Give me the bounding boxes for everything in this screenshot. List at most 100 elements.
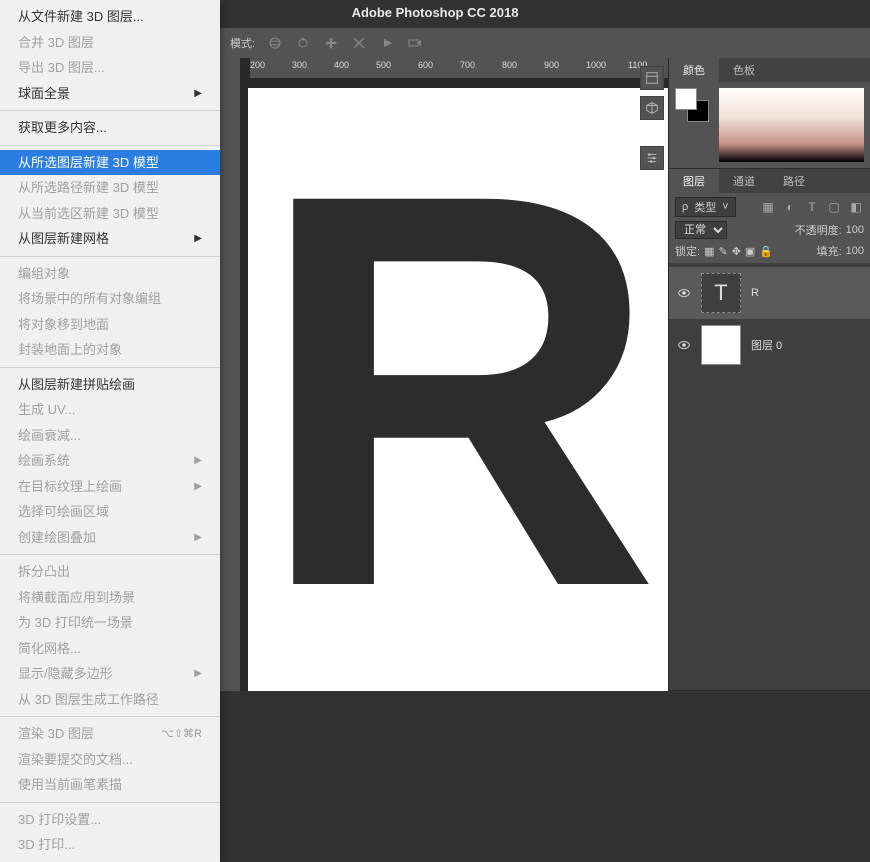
lock-move-icon[interactable]: ✥	[732, 245, 741, 258]
layer-visibility-icon[interactable]	[677, 338, 691, 352]
tab-paths[interactable]: 路径	[769, 169, 819, 193]
3d-icon[interactable]	[640, 96, 664, 120]
menu-item: 从当前选区新建 3D 模型	[0, 201, 220, 227]
scale-3d-icon[interactable]	[379, 35, 395, 51]
filter-adjust-icon[interactable]: ◐	[782, 199, 798, 215]
orbit-3d-icon[interactable]	[267, 35, 283, 51]
rotate-3d-icon[interactable]	[295, 35, 311, 51]
layer-thumbnail[interactable]: T	[701, 273, 741, 313]
history-icon[interactable]	[640, 66, 664, 90]
document-canvas[interactable]: R	[248, 88, 668, 691]
menu-divider	[0, 554, 220, 555]
layer-row[interactable]: 图层 0	[669, 319, 870, 371]
submenu-arrow-icon: ▶	[194, 86, 202, 101]
menu-item-label: 从 3D 图层生成工作路径	[18, 690, 159, 710]
menu-item-label: 编组对象	[18, 264, 70, 284]
menu-item[interactable]: 获取更多内容...	[0, 115, 220, 141]
ruler-tick: 800	[502, 60, 517, 70]
color-swatch[interactable]	[675, 88, 709, 122]
lock-label: 锁定:	[675, 243, 700, 259]
menu-item-label: 拆分凸出	[18, 562, 70, 582]
menu-divider	[0, 256, 220, 257]
menu-item[interactable]: 从图层新建网格 ▶	[0, 226, 220, 252]
layer-name[interactable]: 图层 0	[751, 337, 862, 353]
menu-item[interactable]: 球面全景▶	[0, 81, 220, 107]
menu-shortcut: ⌥⇧⌘R	[161, 726, 202, 743]
tab-swatches[interactable]: 色板	[719, 58, 769, 82]
menu-item: 3D 打印...	[0, 832, 220, 858]
menu-item: 导出 3D 图层...	[0, 55, 220, 81]
menu-item: 合并 3D 图层	[0, 30, 220, 56]
opacity-value[interactable]: 100	[846, 224, 864, 236]
menu-item[interactable]: 从图层新建拼贴绘画	[0, 372, 220, 398]
menu-item-label: 从图层新建网格	[18, 229, 109, 249]
menu-item: 将横截面应用到场景	[0, 585, 220, 611]
lock-all-icon[interactable]: 🔒	[759, 245, 773, 258]
canvas-area: 200300400500600700800900100011001200 R	[220, 58, 668, 691]
ruler-tick: 600	[418, 60, 433, 70]
menu-item: 从 3D 图层生成工作路径	[0, 687, 220, 713]
tab-layers[interactable]: 图层	[669, 169, 719, 193]
lock-brush-icon[interactable]: ✎	[718, 245, 727, 258]
ruler-tick: 400	[334, 60, 349, 70]
color-panel: 颜色 色板	[669, 58, 870, 169]
filter-type-icon[interactable]: T	[804, 199, 820, 215]
menu-item: 封装地面上的对象	[0, 337, 220, 363]
submenu-arrow-icon: ▶	[194, 231, 202, 246]
filter-image-icon[interactable]: ▦	[760, 199, 776, 215]
submenu-arrow-icon: ▶	[194, 479, 202, 494]
tab-channels[interactable]: 通道	[719, 169, 769, 193]
layers-controls: ρ 类型 ˅ ▦ ◐ T ▢ ◧ 正常 不透明度: 100 锁定: ▦ ✎ ✥	[669, 193, 870, 263]
color-spectrum[interactable]	[719, 88, 864, 162]
menu-divider	[0, 716, 220, 717]
opacity-label: 不透明度:	[795, 222, 842, 238]
right-mini-toolbar	[636, 60, 668, 176]
menu-item: 将场景中的所有对象编组	[0, 286, 220, 312]
lock-transparent-icon[interactable]: ▦	[704, 245, 714, 258]
layers-list: TR 图层 0	[669, 263, 870, 690]
ruler-tick: 500	[376, 60, 391, 70]
vertical-ruler	[220, 78, 240, 691]
menu-item-label: 渲染 3D 图层	[18, 724, 94, 744]
menu-item-label: 绘画系统	[18, 451, 70, 471]
filter-smart-icon[interactable]: ◧	[848, 199, 864, 215]
menu-item[interactable]: 从所选图层新建 3D 模型	[0, 150, 220, 176]
menu-item: 选择可绘画区域	[0, 499, 220, 525]
menu-item: 使用当前画笔素描	[0, 772, 220, 798]
right-panels: 颜色 色板 图层 通道 路径 ρ 类型 ˅ ▦ ◐	[668, 58, 870, 691]
menu-item-label: 从文件新建 3D 图层...	[18, 7, 144, 27]
filter-type-dropdown[interactable]: ρ 类型 ˅	[675, 197, 736, 217]
app-title: Adobe Photoshop CC 2018	[352, 5, 519, 20]
fill-label: 填充:	[817, 243, 842, 259]
camera-3d-icon[interactable]	[407, 35, 423, 51]
filter-shape-icon[interactable]: ▢	[826, 199, 842, 215]
properties-icon[interactable]	[640, 146, 664, 170]
menu-item-label: 从当前选区新建 3D 模型	[18, 204, 159, 224]
menu-item: 将对象移到地面	[0, 312, 220, 338]
foreground-color[interactable]	[675, 88, 697, 110]
menu-item-label: 为 3D 打印统一场景	[18, 613, 133, 633]
menu-item-label: 3D 打印...	[18, 835, 75, 855]
layer-thumbnail[interactable]	[701, 325, 741, 365]
ruler-corner	[220, 58, 240, 78]
menu-item-label: 从所选路径新建 3D 模型	[18, 178, 159, 198]
menu-divider	[0, 802, 220, 803]
layer-visibility-icon[interactable]	[677, 286, 691, 300]
menu-item-label: 选择可绘画区域	[18, 502, 109, 522]
blend-mode-dropdown[interactable]: 正常	[675, 221, 727, 239]
menu-item-label: 创建绘图叠加	[18, 528, 96, 548]
menu-item[interactable]: 从文件新建 3D 图层...	[0, 4, 220, 30]
menu-item-label: 使用当前画笔素描	[18, 775, 122, 795]
options-bar: 模式:	[220, 28, 870, 58]
menu-item: 在目标纹理上绘画▶	[0, 474, 220, 500]
slide-3d-icon[interactable]	[351, 35, 367, 51]
fill-value[interactable]: 100	[846, 245, 864, 257]
pan-3d-icon[interactable]	[323, 35, 339, 51]
submenu-arrow-icon: ▶	[194, 453, 202, 468]
layer-name[interactable]: R	[751, 287, 862, 299]
lock-artboard-icon[interactable]: ▣	[745, 245, 755, 258]
tab-color[interactable]: 颜色	[669, 58, 719, 82]
layer-row[interactable]: TR	[669, 267, 870, 319]
menu-item-label: 将对象移到地面	[18, 315, 109, 335]
3d-menu-dropdown: 从文件新建 3D 图层... 合并 3D 图层导出 3D 图层...球面全景▶ 获取…	[0, 0, 220, 862]
